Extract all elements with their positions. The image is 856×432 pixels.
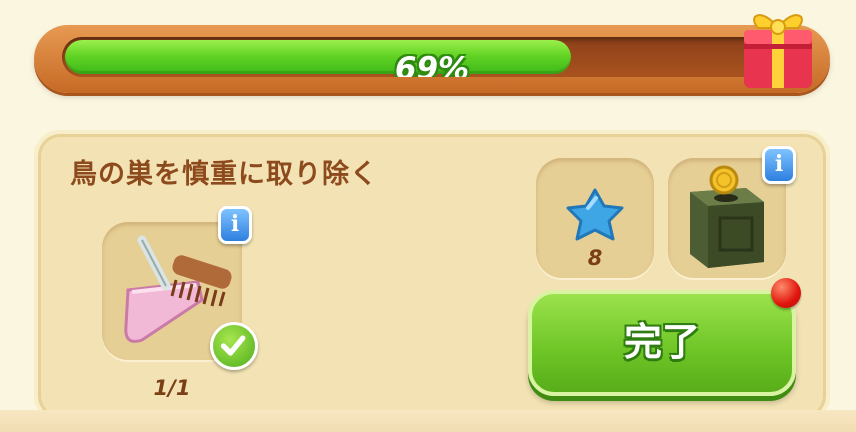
- gift-box-icon[interactable]: [736, 0, 820, 92]
- reward-amount: 8: [587, 246, 603, 270]
- item-count: 1/1: [153, 376, 191, 400]
- check-icon: [210, 322, 258, 370]
- progress-bar-frame: 69%: [34, 25, 830, 93]
- task-title: 鳥の巣を慎重に取り除く: [70, 159, 378, 190]
- progress-percent: 69%: [394, 51, 470, 77]
- notification-dot: [771, 278, 801, 308]
- bottom-strip: [0, 410, 856, 432]
- progress-track: 69%: [62, 37, 802, 77]
- item-info-icon[interactable]: i: [218, 206, 252, 244]
- reward-info-icon[interactable]: i: [762, 146, 796, 184]
- complete-button[interactable]: 完了: [528, 290, 796, 396]
